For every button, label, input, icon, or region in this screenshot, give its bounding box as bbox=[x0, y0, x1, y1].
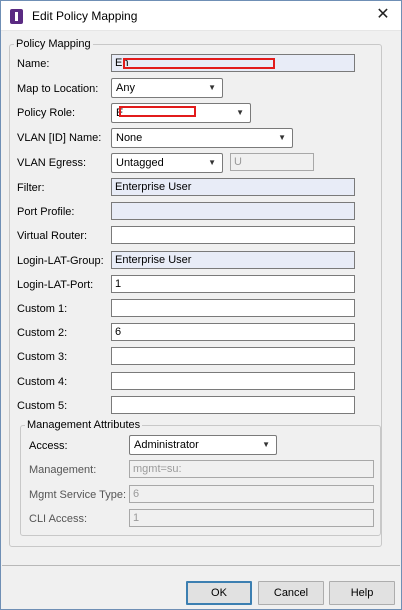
map-to-location-label: Map to Location: bbox=[17, 83, 99, 95]
map-to-location-value: Any bbox=[116, 82, 135, 94]
help-button[interactable]: Help bbox=[329, 581, 395, 605]
custom5-field[interactable] bbox=[111, 396, 355, 414]
custom5-label: Custom 5: bbox=[17, 400, 68, 412]
cancel-button[interactable]: Cancel bbox=[258, 581, 324, 605]
port-profile-field[interactable] bbox=[111, 202, 355, 220]
vlan-name-label: VLAN [ID] Name: bbox=[17, 132, 102, 144]
access-dropdown[interactable]: Administrator ▼ bbox=[129, 435, 277, 455]
management-label: Management: bbox=[29, 464, 97, 476]
login-lat-group-field[interactable]: Enterprise User bbox=[111, 251, 355, 269]
name-label: Name: bbox=[17, 58, 50, 70]
custom3-label: Custom 3: bbox=[17, 351, 68, 363]
vlan-egress-value: Untagged bbox=[116, 157, 164, 169]
filter-value: Enterprise User bbox=[115, 181, 192, 193]
access-value: Administrator bbox=[134, 439, 199, 451]
policy-role-redaction-mark bbox=[119, 106, 196, 117]
app-icon bbox=[10, 9, 23, 24]
ok-button[interactable]: OK bbox=[186, 581, 252, 605]
policy-role-label: Policy Role: bbox=[17, 107, 76, 119]
policy-mapping-legend: Policy Mapping bbox=[16, 38, 91, 50]
custom4-label: Custom 4: bbox=[17, 376, 68, 388]
cli-access-field: 1 bbox=[129, 509, 374, 527]
chevron-down-icon: ▼ bbox=[236, 108, 244, 117]
custom1-label: Custom 1: bbox=[17, 303, 68, 315]
management-attributes-legend: Management Attributes bbox=[27, 419, 141, 431]
vlan-name-value: None bbox=[116, 132, 143, 144]
custom2-field[interactable]: 6 bbox=[111, 323, 355, 341]
chevron-down-icon: ▼ bbox=[262, 440, 270, 449]
custom2-label: Custom 2: bbox=[17, 327, 68, 339]
close-button[interactable]: ✕ bbox=[369, 3, 397, 27]
vlan-egress-dropdown[interactable]: Untagged ▼ bbox=[111, 153, 223, 173]
vlan-egress-code-value: U bbox=[234, 156, 242, 168]
management-field: mgmt=su: bbox=[129, 460, 374, 478]
vlan-egress-code-field: U bbox=[230, 153, 314, 171]
mgmt-service-type-value: 6 bbox=[133, 488, 140, 500]
custom1-field[interactable] bbox=[111, 299, 355, 317]
login-lat-port-field[interactable]: 1 bbox=[111, 275, 355, 293]
custom4-field[interactable] bbox=[111, 372, 355, 390]
login-lat-port-value: 1 bbox=[115, 278, 122, 290]
cli-access-label: CLI Access: bbox=[29, 513, 88, 525]
virtual-router-label: Virtual Router: bbox=[17, 230, 88, 242]
name-redaction-mark bbox=[123, 58, 275, 69]
login-lat-group-value: Enterprise User bbox=[115, 254, 192, 266]
map-to-location-dropdown[interactable]: Any ▼ bbox=[111, 78, 223, 98]
filter-field[interactable]: Enterprise User bbox=[111, 178, 355, 196]
filter-label: Filter: bbox=[17, 182, 45, 194]
vlan-name-dropdown[interactable]: None ▼ bbox=[111, 128, 293, 148]
cli-access-value: 1 bbox=[133, 512, 140, 524]
chevron-down-icon: ▼ bbox=[278, 133, 286, 142]
mgmt-service-type-label: Mgmt Service Type: bbox=[29, 489, 126, 501]
vlan-egress-label: VLAN Egress: bbox=[17, 157, 87, 169]
dialog-title: Edit Policy Mapping bbox=[32, 9, 138, 23]
title-bar: Edit Policy Mapping ✕ bbox=[1, 1, 401, 31]
custom2-value: 6 bbox=[115, 326, 122, 338]
custom3-field[interactable] bbox=[111, 347, 355, 365]
port-profile-label: Port Profile: bbox=[17, 206, 75, 218]
login-lat-group-label: Login-LAT-Group: bbox=[17, 255, 104, 267]
mgmt-service-type-field: 6 bbox=[129, 485, 374, 503]
chevron-down-icon: ▼ bbox=[208, 83, 216, 92]
virtual-router-field[interactable] bbox=[111, 226, 355, 244]
edit-policy-mapping-dialog: Edit Policy Mapping ✕ Policy Mapping Nam… bbox=[0, 0, 402, 610]
button-bar-divider bbox=[2, 565, 400, 566]
management-value: mgmt=su: bbox=[133, 463, 182, 475]
login-lat-port-label: Login-LAT-Port: bbox=[17, 279, 94, 291]
access-label: Access: bbox=[29, 440, 68, 452]
chevron-down-icon: ▼ bbox=[208, 158, 216, 167]
